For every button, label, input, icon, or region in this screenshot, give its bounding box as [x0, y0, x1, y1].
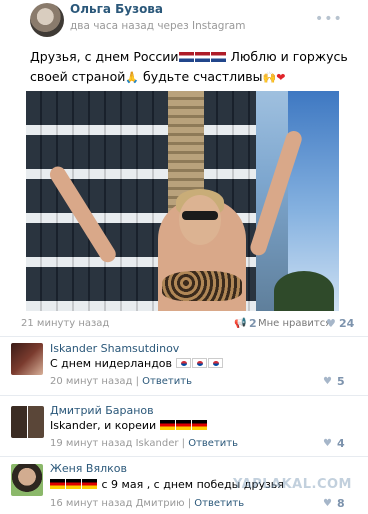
author-avatar[interactable] [30, 3, 64, 37]
flag-de-icon [159, 420, 175, 430]
watermark: YAPLAKAL.COM [233, 477, 352, 492]
comment-text-body: Iskander, и кореии [50, 419, 157, 432]
heart-icon: ❤ [276, 71, 286, 84]
dots-icon[interactable]: ••• [315, 11, 343, 27]
flag-de-icon [82, 479, 97, 489]
flag-kr-icon [175, 358, 191, 368]
comment-like-heart-icon[interactable]: ♥ [323, 438, 332, 449]
commenter-avatar[interactable] [11, 406, 44, 438]
repost-icon[interactable]: 📢 [234, 318, 246, 329]
post-text: Друзья, с днем России Люблю и горжусь св… [30, 47, 350, 88]
comment-meta: 19 минут назад Iskander | Ответить [50, 438, 238, 449]
commenter-avatar[interactable] [11, 343, 43, 375]
comment-like-heart-icon[interactable]: ♥ [323, 498, 332, 509]
repost-count[interactable]: 2 [249, 317, 257, 330]
reply-button[interactable]: Ответить [188, 438, 238, 449]
post-author-name[interactable]: Ольга Бузова [70, 2, 163, 16]
post-footer: 21 минуту назад 📢 2 Мне нравится ♥ 24 [21, 317, 356, 332]
comment: Iskander Shamsutdinov С днем нидерландов… [0, 336, 368, 388]
bikini [162, 271, 242, 301]
like-label[interactable]: Мне нравится [258, 318, 331, 329]
reply-button[interactable]: Ответить [194, 498, 244, 509]
comment-text-body: С днем нидерландов [50, 357, 173, 370]
flag-de-icon [191, 420, 207, 430]
flag-nl-icon [178, 52, 194, 62]
post-text-part2: Люблю и горжусь [226, 49, 348, 64]
post-text-part3: своей страной [30, 69, 126, 84]
comment-author[interactable]: Женя Вялков [50, 462, 127, 475]
palm-tree [274, 271, 334, 311]
flag-nl-icon [194, 52, 210, 62]
reply-button[interactable]: Ответить [142, 376, 192, 387]
flag-de-icon [50, 479, 65, 489]
post-time[interactable]: 21 минуту назад [21, 318, 109, 329]
post-text-part4: будьте счастливы [139, 69, 263, 84]
woman-head [179, 195, 221, 245]
commenter-avatar[interactable] [11, 464, 43, 496]
flag-nl-icon [210, 52, 226, 62]
comment-text: Iskander, и кореии [50, 419, 208, 432]
like-heart-icon[interactable]: ♥ [326, 317, 336, 330]
comment-time[interactable]: 16 минут назад Дмитрию [50, 498, 185, 509]
comment-like-heart-icon[interactable]: ♥ [323, 376, 332, 387]
post-meta: два часа назад через Instagram [70, 20, 246, 32]
comment-text: С днем нидерландов [50, 357, 224, 370]
flag-de-icon [175, 420, 191, 430]
comment-like-count[interactable]: 5 [337, 375, 345, 388]
raised-hands-icon: 🙌 [262, 71, 277, 84]
sunglasses [182, 211, 218, 220]
comment-time[interactable]: 20 минут назад [50, 376, 132, 387]
comment-like-count[interactable]: 4 [337, 437, 345, 450]
comment: Дмитрий Баранов Iskander, и кореии 19 ми… [0, 395, 368, 453]
flag-kr-icon [207, 358, 223, 368]
post-text-part1: Друзья, с днем России [30, 49, 179, 64]
post-photo[interactable] [26, 91, 339, 311]
comment-meta: 16 минут назад Дмитрию | Ответить [50, 498, 245, 509]
comment-time[interactable]: 19 минут назад Iskander [50, 438, 178, 449]
like-count[interactable]: 24 [339, 317, 354, 330]
comment-meta: 20 минут назад | Ответить [50, 376, 192, 387]
comment-like-count[interactable]: 8 [337, 497, 345, 510]
comment-author[interactable]: Дмитрий Баранов [50, 404, 154, 417]
flag-kr-icon [191, 358, 207, 368]
comment-author[interactable]: Iskander Shamsutdinov [50, 342, 179, 355]
praying-hands-icon: 🙏 [125, 71, 140, 84]
flag-de-icon [66, 479, 81, 489]
